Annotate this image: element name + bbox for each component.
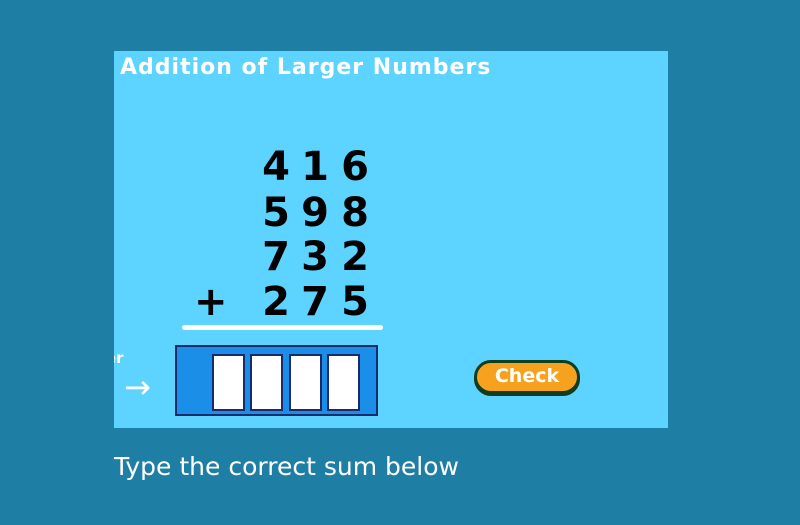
sum-line <box>182 325 383 330</box>
check-button[interactable]: Check <box>474 360 580 394</box>
digit-ones: 5 <box>341 279 369 325</box>
addend-row-1: 4 1 6 <box>182 144 369 190</box>
game-panel: Addition of Larger Numbers 4 1 6 5 9 8 7… <box>114 51 668 428</box>
digit-tens: 3 <box>301 234 329 280</box>
digit-hundreds: 5 <box>262 190 290 236</box>
plus-sign: + <box>194 279 228 325</box>
digit-tens: 1 <box>301 144 329 190</box>
digit-tens: 9 <box>301 190 329 236</box>
answer-digit-ones[interactable] <box>327 354 360 411</box>
digit-ones: 2 <box>341 234 369 280</box>
arrow-right-icon: → <box>124 368 151 406</box>
game-title: Addition of Larger Numbers <box>120 55 492 80</box>
addend-row-2: 5 9 8 <box>182 190 369 236</box>
digit-ones: 6 <box>341 144 369 190</box>
cut-off-label: er <box>114 349 124 367</box>
digit-hundreds: 7 <box>262 234 290 280</box>
answer-digit-thousands[interactable] <box>212 354 245 411</box>
answer-digit-tens[interactable] <box>289 354 322 411</box>
answer-digit-hundreds[interactable] <box>250 354 283 411</box>
digit-hundreds: 2 <box>262 279 290 325</box>
answer-box <box>175 345 378 416</box>
digit-tens: 7 <box>301 279 329 325</box>
instruction-text: Type the correct sum below <box>114 452 459 481</box>
digit-ones: 8 <box>341 190 369 236</box>
addend-row-4: + 2 7 5 <box>182 279 369 325</box>
addend-row-3: 7 3 2 <box>182 234 369 280</box>
digit-hundreds: 4 <box>262 144 290 190</box>
